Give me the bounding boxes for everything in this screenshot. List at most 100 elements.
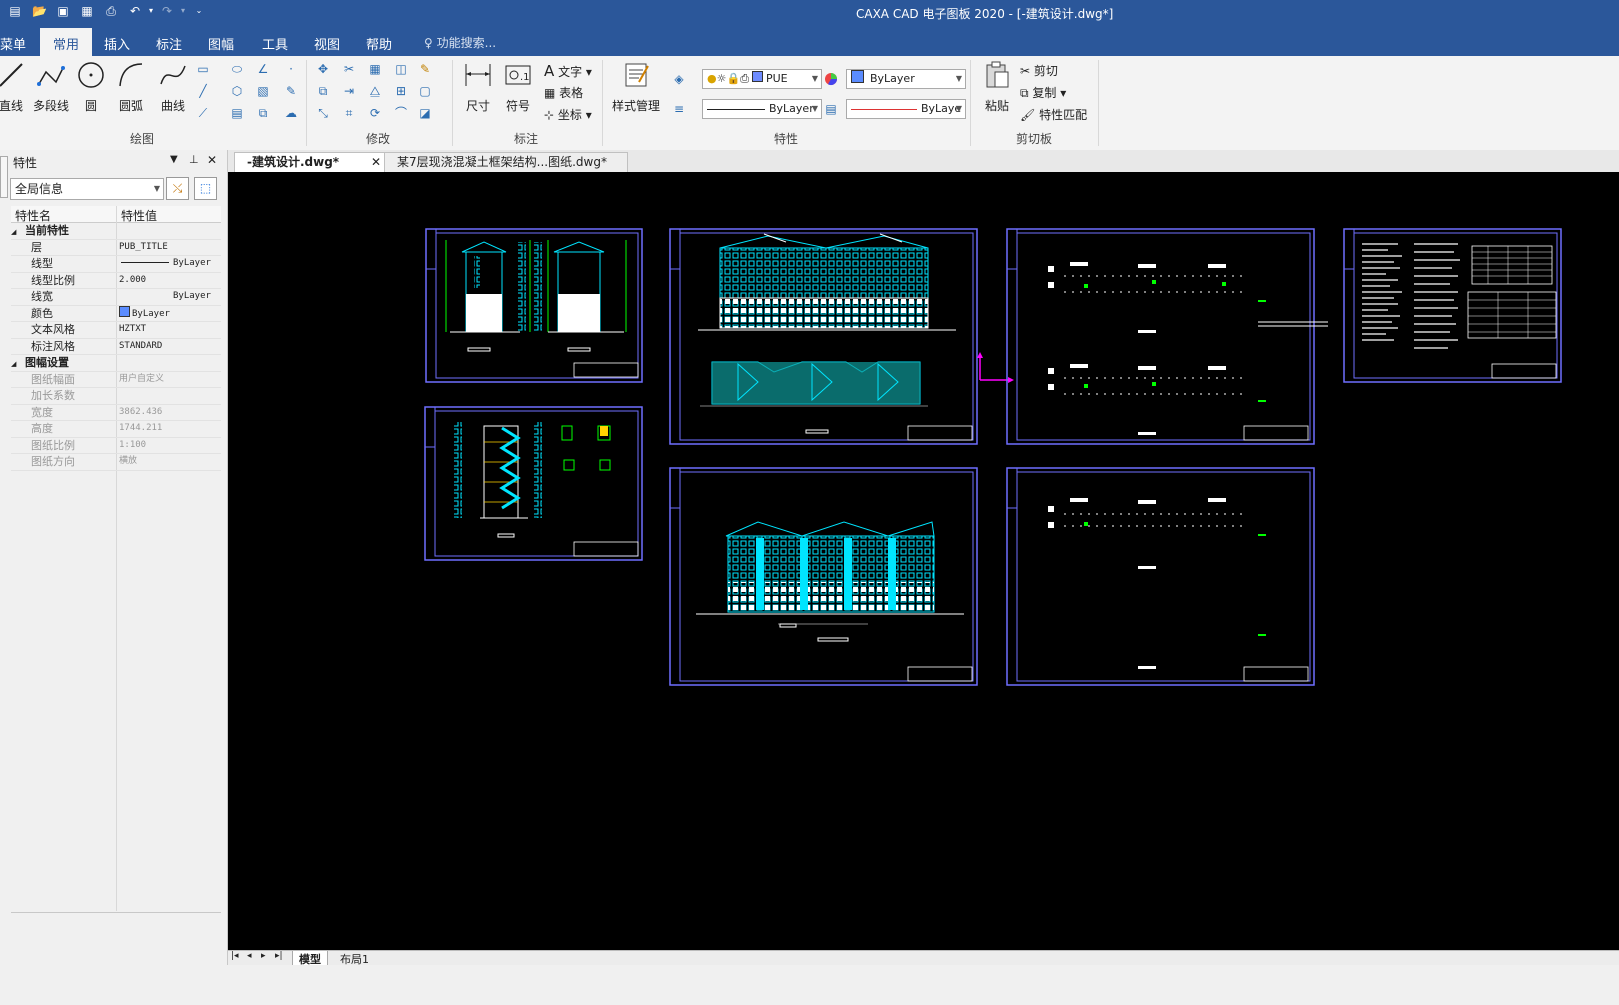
style-manager-button[interactable]: 样式管理 xyxy=(606,60,666,114)
prop-row[interactable]: 文本风格 HZTXT xyxy=(11,322,221,339)
tab-insert[interactable]: 插入 xyxy=(96,32,138,55)
redo-dropdown-icon[interactable]: ▾ xyxy=(176,4,190,18)
undo-dropdown-icon[interactable]: ▾ xyxy=(144,4,158,18)
linetype-select[interactable]: ByLayer ▼ xyxy=(702,99,822,119)
dimension-button[interactable]: 尺寸 xyxy=(462,60,494,114)
curve-button[interactable]: 曲线 xyxy=(158,60,188,114)
color-wheel-icon[interactable] xyxy=(824,72,838,86)
hatch-icon[interactable]: ▧ xyxy=(256,84,270,98)
prop-group-row[interactable]: ◢ 当前特性 xyxy=(11,223,221,240)
match-properties-button[interactable]: 🖌 特性匹配 xyxy=(1020,106,1087,123)
rectangle-icon[interactable]: ▭ xyxy=(196,62,210,76)
function-search[interactable]: ♀ 功能搜索... xyxy=(424,34,496,51)
pin-icon[interactable]: ⊥ xyxy=(189,153,199,166)
prop-group-row[interactable]: ◢ 图幅设置 xyxy=(11,355,221,372)
collapse-icon[interactable]: ◢ xyxy=(11,228,16,236)
circle-button[interactable]: 圆 xyxy=(76,60,106,114)
scale-icon[interactable]: ⊞ xyxy=(394,84,408,98)
text-button[interactable]: A 文字 ▾ xyxy=(544,62,592,80)
prev-tab-icon[interactable]: ◂ xyxy=(247,951,252,961)
open-icon[interactable]: 📂 xyxy=(32,4,47,18)
polygon-icon[interactable]: ⬡ xyxy=(230,84,244,98)
doc-tab[interactable]: 某7层现浇混凝土框架结构...图纸.dwg* xyxy=(384,152,628,172)
copy-button[interactable]: ⧉ 复制 ▾ xyxy=(1020,84,1066,101)
coordinate-button[interactable]: ⊹ 坐标 ▾ xyxy=(544,106,592,123)
app-menu-icon[interactable]: ▤ xyxy=(8,4,22,18)
trim-icon[interactable]: ✂ xyxy=(342,62,356,76)
panel-side-tab[interactable] xyxy=(0,156,8,198)
redo-icon[interactable]: ↷ xyxy=(160,4,174,18)
line-button[interactable]: 直线 xyxy=(0,60,26,114)
save-icon[interactable]: ▣ xyxy=(56,4,70,18)
table-button[interactable]: ▦ 表格 xyxy=(544,84,583,101)
prop-row[interactable]: 图纸方向 横放 xyxy=(11,454,221,471)
quick-select-button[interactable]: ⤯ xyxy=(166,177,189,200)
table-draw-icon[interactable]: ▤ xyxy=(230,106,244,120)
drawing-sheet-rear-elevation[interactable] xyxy=(669,467,978,686)
tab-tools[interactable]: 工具 xyxy=(254,32,296,55)
close-icon[interactable]: ✕ xyxy=(207,153,217,167)
extend-icon[interactable]: ⇥ xyxy=(342,84,356,98)
break-icon[interactable]: ⌗ xyxy=(342,106,356,120)
block-icon[interactable]: ⧉ xyxy=(256,106,270,120)
arc-button[interactable]: 圆弧 xyxy=(116,60,146,114)
prop-row[interactable]: 加长系数 xyxy=(11,388,221,405)
print-icon[interactable]: ⎙ xyxy=(104,4,118,18)
copy-entity-icon[interactable]: ⧉ xyxy=(316,84,330,98)
prop-row[interactable]: 标注风格 STANDARD xyxy=(11,339,221,355)
tab-view[interactable]: 视图 xyxy=(306,32,348,55)
scope-select[interactable]: 全局信息 ▼ xyxy=(10,178,164,200)
prop-row[interactable]: 颜色 ByLayer xyxy=(11,305,221,322)
last-tab-icon[interactable]: ▸| xyxy=(275,951,283,961)
tab-menu[interactable]: 菜单 xyxy=(0,32,34,55)
drawing-sheet-floor-plans-b[interactable] xyxy=(1006,467,1315,686)
layer-manager-icon[interactable]: ◈ xyxy=(672,72,686,86)
centerline-icon[interactable]: ⟋ xyxy=(196,106,210,120)
linewidth-select[interactable]: ByLaye ▼ xyxy=(846,99,966,119)
pen-icon[interactable]: ✎ xyxy=(284,84,298,98)
chamfer-icon[interactable]: ◪ xyxy=(418,106,432,120)
toggle-select-button[interactable]: ⬚ xyxy=(194,177,217,200)
parallel-line-icon[interactable]: ╱ xyxy=(196,84,210,98)
prop-row[interactable]: 线型比例 2.000 xyxy=(11,273,221,289)
tab-help[interactable]: 帮助 xyxy=(358,32,400,55)
fillet-icon[interactable]: ⌒ xyxy=(394,106,408,120)
cloud-icon[interactable]: ☁ xyxy=(284,106,298,120)
array-icon[interactable]: ▦ xyxy=(368,62,382,76)
collapse-icon[interactable]: ◢ xyxy=(11,360,16,368)
polyline-button[interactable]: 多段线 xyxy=(30,60,72,114)
close-tab-icon[interactable]: ✕ xyxy=(371,153,381,172)
tab-annotate[interactable]: 标注 xyxy=(148,32,190,55)
move-icon[interactable]: ✥ xyxy=(316,62,330,76)
color-select[interactable]: ByLayer ▼ xyxy=(846,69,966,89)
cut-button[interactable]: ✂ 剪切 xyxy=(1020,62,1058,79)
tab-sheet[interactable]: 图幅 xyxy=(200,32,242,55)
prop-row[interactable]: 图纸幅面 用户自定义 xyxy=(11,372,221,388)
drawing-sheet-floor-plans-a[interactable] xyxy=(1006,228,1328,445)
customize-qat-icon[interactable]: ⌄ xyxy=(192,4,206,18)
drawing-sheet-elevations-a[interactable] xyxy=(425,228,643,383)
prop-row[interactable]: 宽度 3862.436 xyxy=(11,405,221,421)
undo-icon[interactable]: ↶ xyxy=(128,4,142,18)
drawing-sheet-section[interactable] xyxy=(424,406,643,561)
offset-icon[interactable]: ◫ xyxy=(394,62,408,76)
tab-home[interactable]: 常用 xyxy=(40,28,93,59)
stretch-icon[interactable]: ⤡ xyxy=(316,106,330,120)
erase-icon[interactable]: ✎ xyxy=(418,62,432,76)
save-all-icon[interactable]: ▦ xyxy=(80,4,94,18)
rotate-icon[interactable]: ⟳ xyxy=(368,106,382,120)
prop-row[interactable]: 线宽 ByLayer xyxy=(11,289,221,306)
first-tab-icon[interactable]: |◂ xyxy=(231,951,239,961)
ellipse-icon[interactable]: ⬭ xyxy=(230,62,244,76)
drawing-sheet-design-notes[interactable] xyxy=(1343,228,1562,383)
prop-row[interactable]: 图纸比例 1:100 xyxy=(11,438,221,454)
explode-icon[interactable]: ▢ xyxy=(418,84,432,98)
symbol-button[interactable]: .1 符号 xyxy=(502,60,534,114)
panel-menu-icon[interactable]: ▼ xyxy=(170,154,178,165)
paste-button[interactable]: 粘贴 xyxy=(980,60,1014,114)
prop-row[interactable]: 层 PUB_TITLE xyxy=(11,240,221,256)
doc-tab-active[interactable]: -建筑设计.dwg* ✕ xyxy=(234,152,386,172)
point-icon[interactable]: · xyxy=(284,62,298,76)
linewidth-icon[interactable]: ▤ xyxy=(824,102,838,116)
layer-select[interactable]: ●☼🔒⎙ PUE ▼ xyxy=(702,69,822,89)
